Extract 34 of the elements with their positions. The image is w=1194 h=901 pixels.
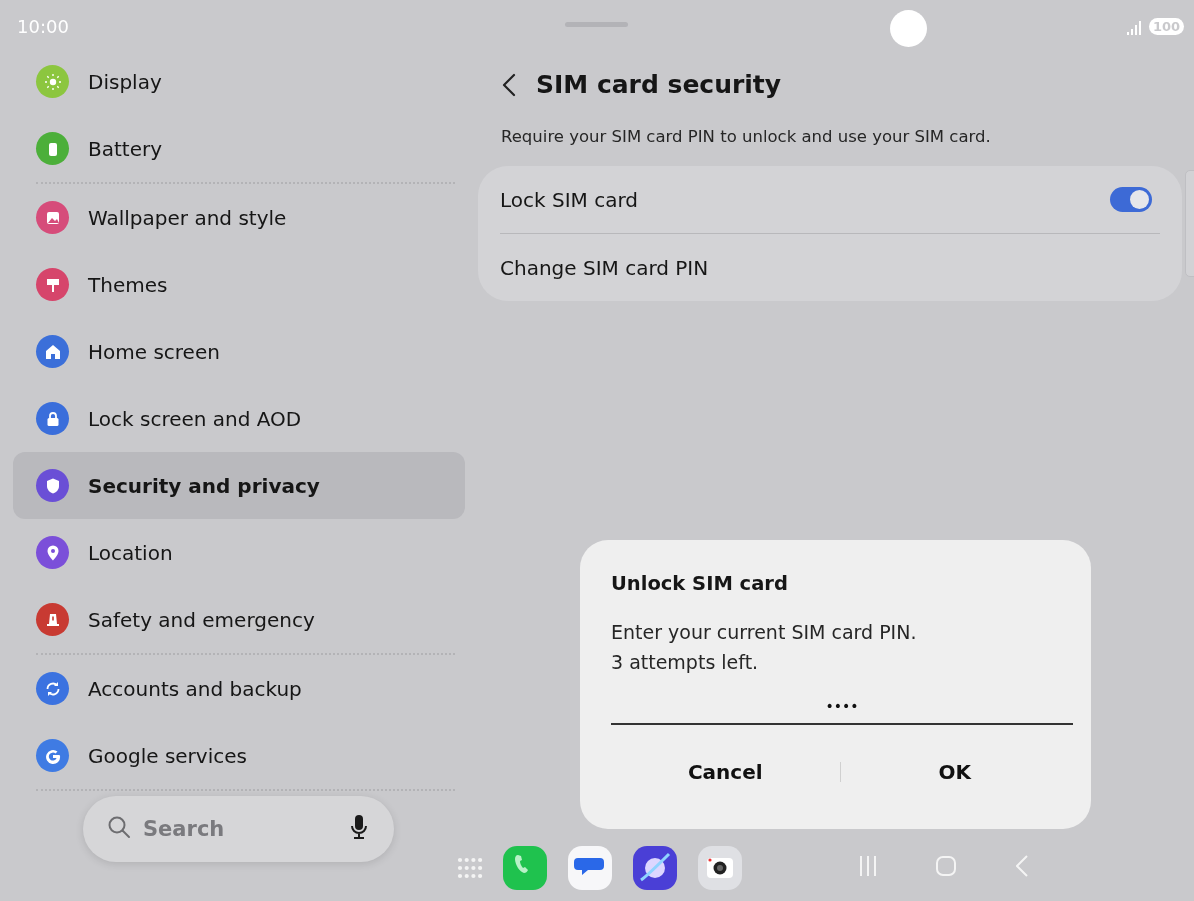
sidebar-item[interactable]: Home screen [13,318,465,385]
toggle-switch[interactable] [1110,187,1152,212]
sidebar-item[interactable]: Location [13,519,465,586]
home-button[interactable] [936,856,956,876]
sidebar-item[interactable]: Wallpaper and style [13,184,465,251]
sidebar-item[interactable]: Google services [13,722,465,791]
setting-row[interactable]: Lock SIM card [500,187,638,212]
pin-field[interactable]: •••• [611,689,1073,725]
back-button[interactable] [500,71,518,98]
search-field[interactable]: Search [83,796,394,862]
dialog-message: Enter your current SIM card PIN. [611,620,918,645]
sidebar-item[interactable]: Security and privacy [13,452,465,519]
description-text: Require your SIM card PIN to unlock and use your SIM card. [501,127,992,146]
recent-apps-button[interactable] [860,856,876,876]
sidebar-item[interactable]: Themes [13,251,465,318]
sidebar-item[interactable]: Lock screen and AOD [13,385,465,452]
planet-icon[interactable] [633,846,677,890]
camera-cutout [890,10,927,47]
signal-icon [1126,20,1142,35]
sidebar-item[interactable]: Battery [13,115,465,184]
page-title: SIM card security [536,70,782,99]
search-input[interactable]: Search [141,816,340,842]
setting-row[interactable]: Change SIM card PIN [500,255,709,280]
chat-bubble-icon[interactable] [568,846,612,890]
camera-icon[interactable] [698,846,742,890]
cancel-button[interactable]: Cancel [611,747,840,797]
dialog-message: 3 attempts left. [611,650,760,675]
dialog-title: Unlock SIM card [611,572,789,595]
sidebar-item[interactable]: Safety and emergency [13,586,465,655]
phone-icon[interactable] [503,846,547,890]
ok-button[interactable]: OK [840,747,1069,797]
back-nav-button[interactable] [1016,855,1028,877]
sidebar-item[interactable]: Accounts and backup [13,655,465,722]
sidebar-item[interactable]: Display [13,48,465,115]
